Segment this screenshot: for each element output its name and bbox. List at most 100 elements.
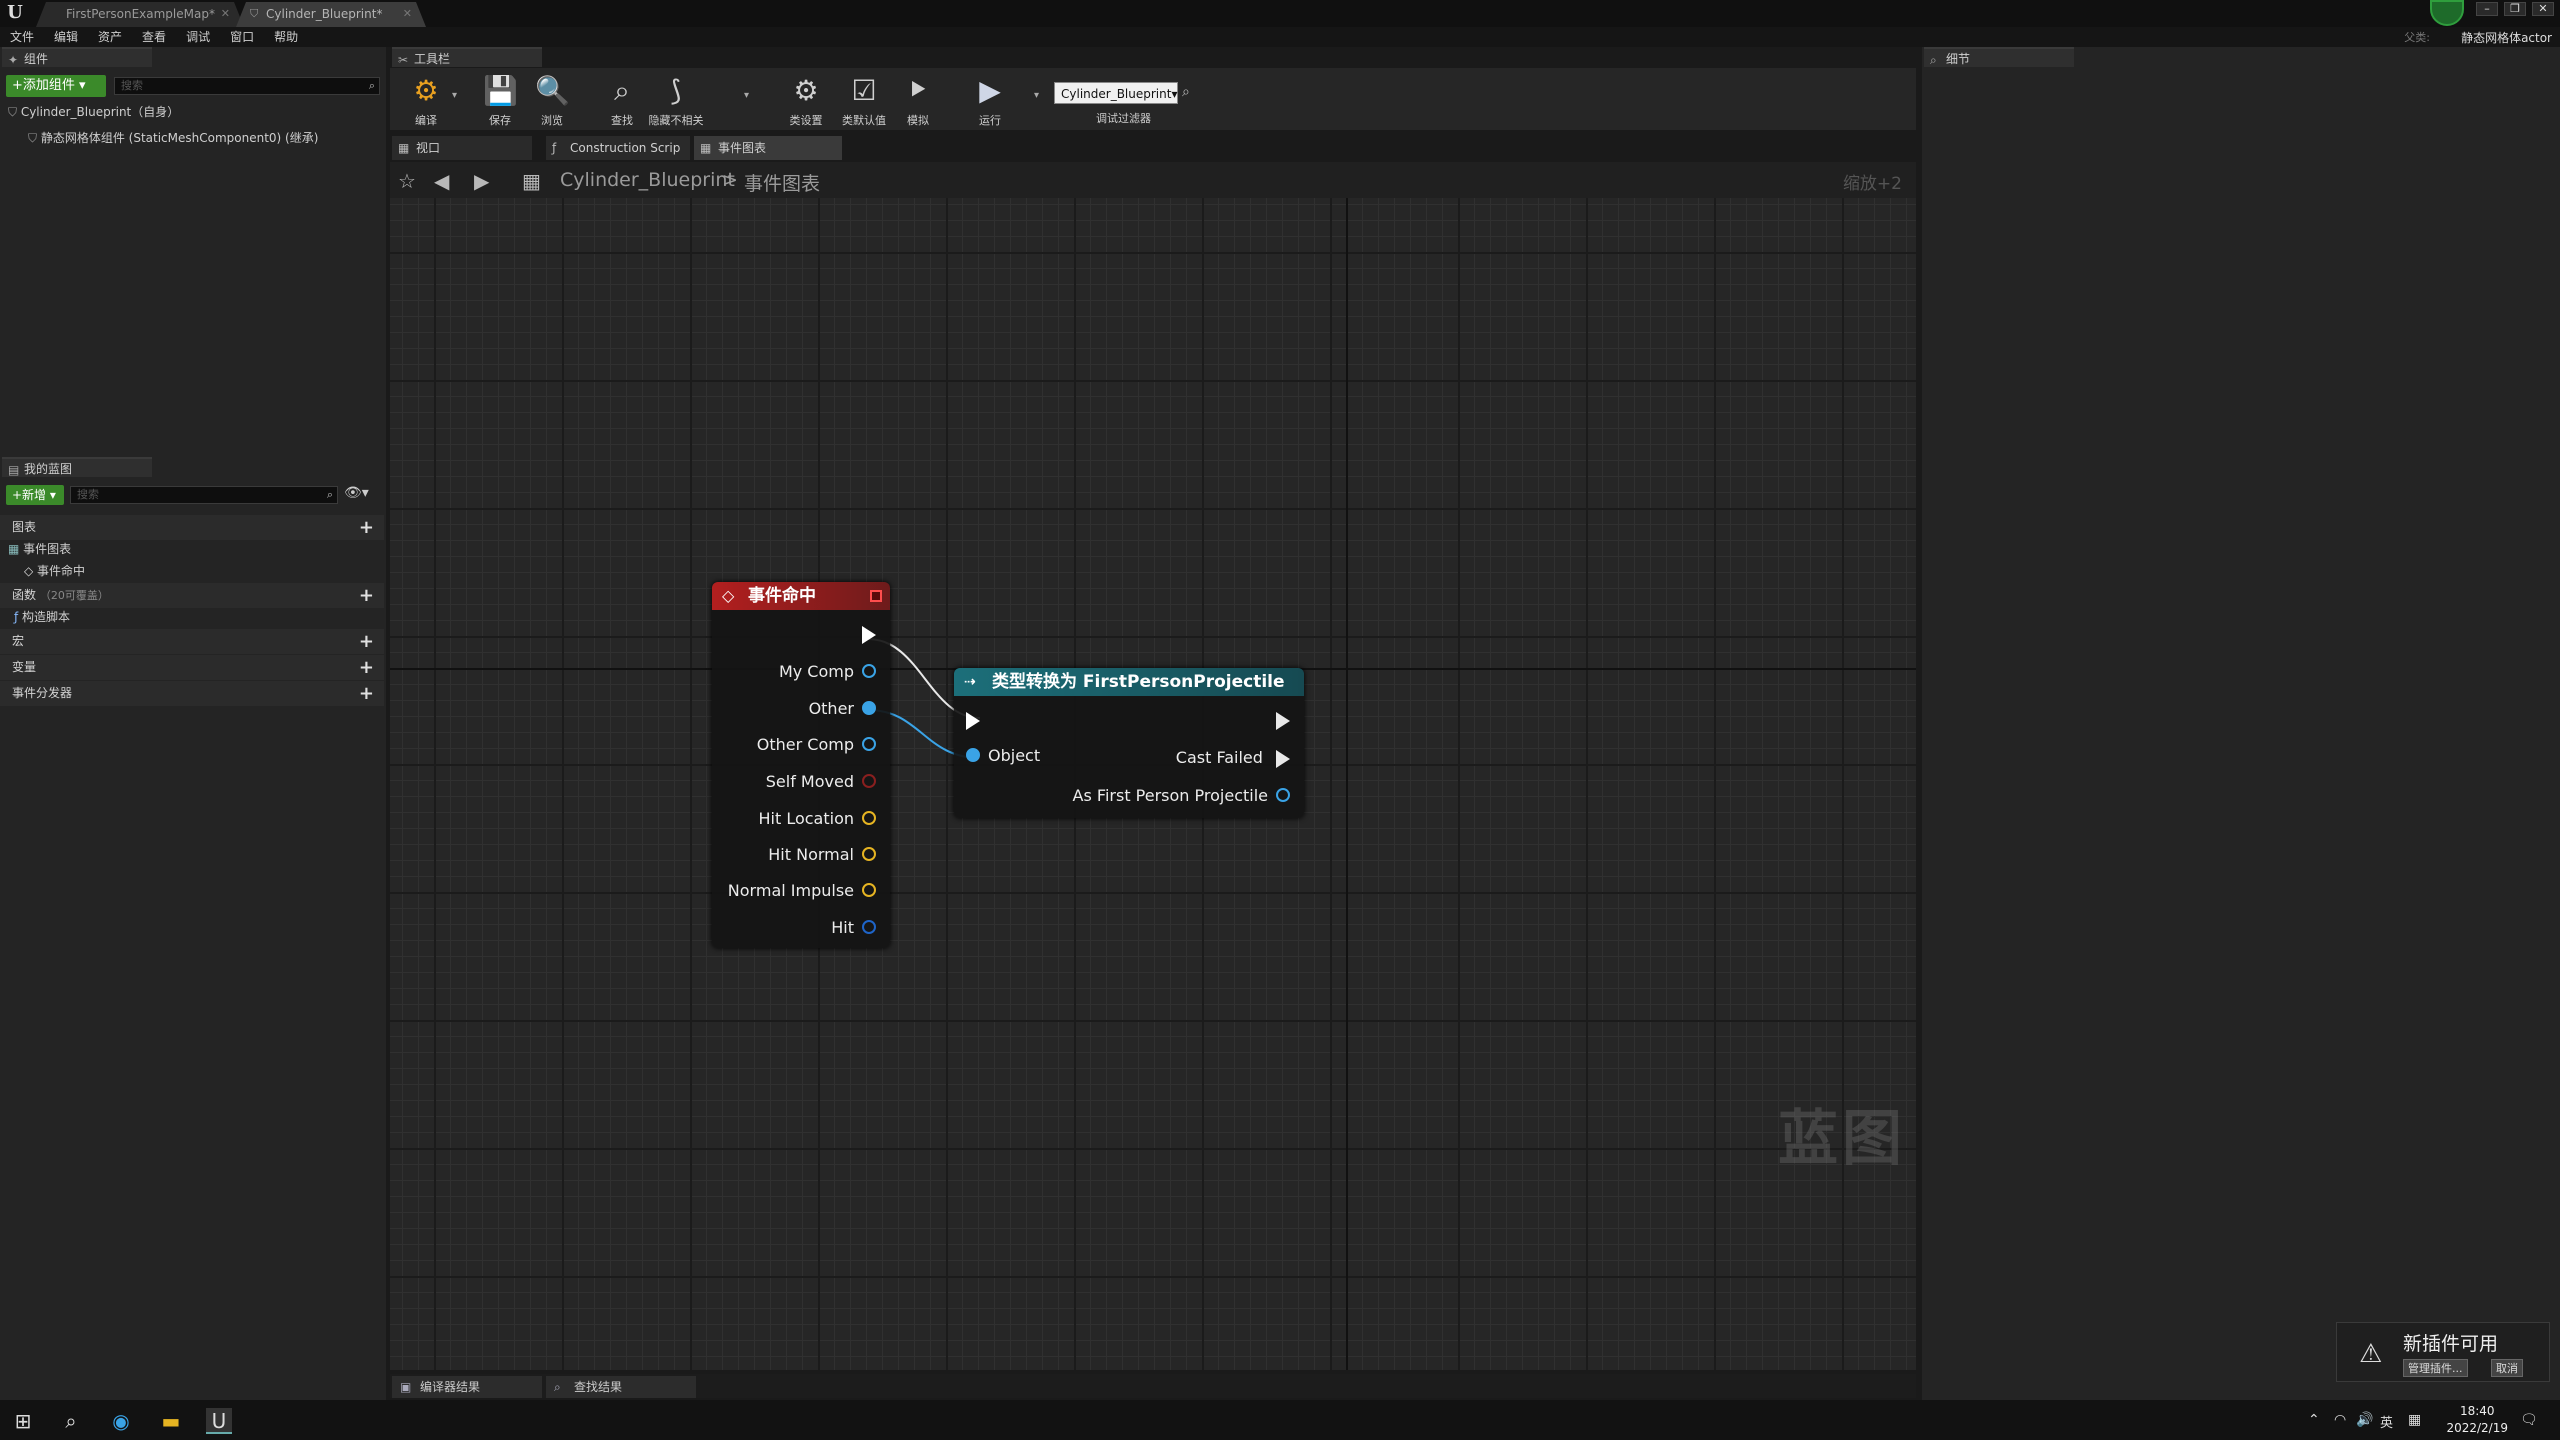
object-pin-icon[interactable] bbox=[966, 748, 980, 762]
menu-help[interactable]: 帮助 bbox=[264, 27, 308, 47]
vector-pin-icon[interactable] bbox=[862, 883, 876, 897]
tab-my-blueprint[interactable]: ▤ 我的蓝图 bbox=[2, 457, 152, 477]
minimize-icon[interactable]: – bbox=[2476, 2, 2498, 16]
section-functions[interactable]: 函数 （20可覆盖） + bbox=[0, 583, 384, 608]
vector-pin-icon[interactable] bbox=[862, 811, 876, 825]
search-icon[interactable]: ⌕ bbox=[1182, 84, 1190, 100]
chevron-down-icon[interactable]: ▾ bbox=[452, 90, 457, 101]
save-button[interactable]: 💾 保存 bbox=[470, 70, 530, 128]
close-icon[interactable]: ✕ bbox=[221, 2, 230, 26]
pin-hit[interactable]: Hit bbox=[831, 917, 876, 939]
doc-tab-map[interactable]: FirstPersonExampleMap* ✕ bbox=[36, 2, 244, 27]
tree-construction-script[interactable]: ƒ 构造脚本 bbox=[14, 606, 70, 628]
pin-other[interactable]: Other bbox=[809, 698, 876, 720]
graph-canvas[interactable]: ◇ 事件命中 My Comp Other Other Comp Self Mov… bbox=[390, 198, 1916, 1370]
parent-class-value[interactable]: 静态网格体actor bbox=[2461, 29, 2552, 46]
edge-browser-icon[interactable]: ◉ bbox=[108, 1408, 134, 1434]
windows-start-icon[interactable]: ⊞ bbox=[10, 1408, 36, 1434]
back-arrow-icon[interactable]: ◀ bbox=[434, 169, 449, 193]
forward-arrow-icon[interactable]: ▶ bbox=[474, 169, 489, 193]
pin-self-moved[interactable]: Self Moved bbox=[766, 771, 876, 793]
pin-object[interactable]: Object bbox=[966, 746, 1040, 765]
add-graph-icon[interactable]: + bbox=[359, 515, 374, 540]
tab-compiler-results[interactable]: ▣ 编译器结果 bbox=[392, 1376, 542, 1398]
close-window-icon[interactable]: ✕ bbox=[2532, 2, 2554, 16]
object-pin-icon[interactable] bbox=[862, 701, 876, 715]
event-hit-node[interactable]: ◇ 事件命中 My Comp Other Other Comp Self Mov… bbox=[712, 582, 890, 948]
manage-plugins-button[interactable]: 管理插件... bbox=[2403, 1359, 2468, 1377]
breadcrumb-blueprint[interactable]: Cylinder_Blueprint bbox=[560, 169, 735, 191]
debug-object-dropdown[interactable]: Cylinder_Blueprint▾ bbox=[1054, 82, 1178, 104]
menu-edit[interactable]: 编辑 bbox=[44, 27, 88, 47]
pin-hit-normal[interactable]: Hit Normal bbox=[768, 844, 876, 866]
section-graphs[interactable]: 图表 + bbox=[0, 515, 384, 540]
pin-my-comp[interactable]: My Comp bbox=[779, 661, 876, 683]
source-control-icon[interactable] bbox=[2430, 0, 2464, 26]
menu-file[interactable]: 文件 bbox=[0, 27, 44, 47]
doc-tab-blueprint[interactable]: ⛉ Cylinder_Blueprint* ✕ bbox=[236, 2, 426, 27]
vector-pin-icon[interactable] bbox=[862, 847, 876, 861]
add-function-icon[interactable]: + bbox=[359, 583, 374, 608]
menu-asset[interactable]: 资产 bbox=[88, 27, 132, 47]
cast-node-header[interactable]: ⇢ 类型转换为 FirstPersonProjectile bbox=[954, 668, 1304, 696]
add-variable-icon[interactable]: + bbox=[359, 655, 374, 680]
pin-hit-location[interactable]: Hit Location bbox=[758, 808, 876, 830]
component-root[interactable]: ⛉ Cylinder_Blueprint（自身） bbox=[8, 101, 179, 123]
breadcrumb-graph[interactable]: 事件图表 bbox=[744, 169, 820, 196]
chevron-down-icon[interactable]: ▾ bbox=[1034, 90, 1039, 101]
pin-as-first-person-projectile[interactable]: As First Person Projectile bbox=[1073, 785, 1290, 807]
close-icon[interactable]: ✕ bbox=[403, 2, 412, 26]
play-button[interactable]: ▶ 运行 bbox=[960, 70, 1020, 128]
tray-up-arrow-icon[interactable]: ⌃ bbox=[2308, 1412, 2320, 1428]
menu-window[interactable]: 窗口 bbox=[220, 27, 264, 47]
object-pin-icon[interactable] bbox=[1276, 788, 1290, 802]
section-macros[interactable]: 宏 + bbox=[0, 629, 384, 654]
exec-out-pin[interactable] bbox=[1276, 712, 1290, 730]
tab-toolbar[interactable]: ✂ 工具栏 bbox=[392, 47, 542, 67]
maximize-icon[interactable]: ❐ bbox=[2504, 2, 2526, 16]
clock[interactable]: 18:40 2022/2/19 bbox=[2446, 1403, 2508, 1437]
browse-button[interactable]: 🔍 浏览 bbox=[522, 70, 582, 128]
tab-find-results[interactable]: ⌕ 查找结果 bbox=[546, 1376, 696, 1398]
hide-unrelated-button[interactable]: ⟆ 隐藏不相关 bbox=[646, 70, 706, 128]
exec-in-pin[interactable] bbox=[966, 712, 980, 730]
find-button[interactable]: ⌕ 查找 bbox=[592, 70, 652, 128]
chevron-down-icon[interactable]: ▾ bbox=[744, 90, 749, 101]
menu-debug[interactable]: 调试 bbox=[176, 27, 220, 47]
tab-viewport[interactable]: ▦ 视口 bbox=[392, 136, 532, 160]
add-component-button[interactable]: +添加组件 ▾ bbox=[6, 75, 106, 97]
pin-cast-failed[interactable]: Cast Failed bbox=[1176, 747, 1290, 769]
tab-construction-script[interactable]: ƒ Construction Scrip bbox=[546, 136, 690, 160]
exec-out-pin-icon[interactable] bbox=[1276, 749, 1290, 768]
menu-view[interactable]: 查看 bbox=[132, 27, 176, 47]
search-icon[interactable]: ⌕ bbox=[58, 1408, 84, 1434]
delegate-pin-icon[interactable] bbox=[870, 590, 882, 602]
section-variables[interactable]: 变量 + bbox=[0, 655, 384, 680]
new-button[interactable]: +新增 ▾ bbox=[6, 485, 64, 505]
eye-icon[interactable]: 👁▾ bbox=[344, 485, 369, 501]
cast-node[interactable]: ⇢ 类型转换为 FirstPersonProjectile Object Cas… bbox=[954, 668, 1304, 818]
file-explorer-icon[interactable]: ▬ bbox=[158, 1408, 184, 1434]
object-pin-icon[interactable] bbox=[862, 737, 876, 751]
section-dispatchers[interactable]: 事件分发器 + bbox=[0, 681, 384, 706]
unreal-engine-taskbar-icon[interactable]: U bbox=[206, 1408, 232, 1434]
notification-center-icon[interactable]: 🗨 bbox=[2520, 1412, 2538, 1428]
tab-details[interactable]: ⌕ 细节 bbox=[1924, 47, 2074, 67]
add-dispatcher-icon[interactable]: + bbox=[359, 681, 374, 706]
wifi-icon[interactable]: ◠ bbox=[2334, 1412, 2346, 1428]
ime-mode-icon[interactable]: ▦ bbox=[2408, 1412, 2421, 1428]
star-icon[interactable]: ☆ bbox=[398, 169, 416, 193]
class-settings-button[interactable]: ⚙ 类设置 bbox=[776, 70, 836, 128]
tab-components[interactable]: ✦ 组件 bbox=[2, 47, 152, 67]
tree-event-hit[interactable]: ◇ 事件命中 bbox=[24, 560, 85, 582]
cancel-button[interactable]: 取消 bbox=[2491, 1359, 2523, 1377]
compile-button[interactable]: ⚙ 编译 bbox=[396, 70, 456, 128]
pin-other-comp[interactable]: Other Comp bbox=[757, 734, 876, 756]
volume-icon[interactable]: 🔊 bbox=[2356, 1412, 2373, 1428]
event-node-header[interactable]: ◇ 事件命中 bbox=[712, 582, 890, 610]
exec-out-pin[interactable] bbox=[862, 626, 876, 644]
component-search-input[interactable]: 搜索 ⌕ bbox=[114, 77, 380, 95]
object-pin-icon[interactable] bbox=[862, 664, 876, 678]
simulate-button[interactable]: ⯈ 模拟 bbox=[888, 70, 948, 128]
ime-indicator[interactable]: 英 bbox=[2380, 1412, 2393, 1431]
